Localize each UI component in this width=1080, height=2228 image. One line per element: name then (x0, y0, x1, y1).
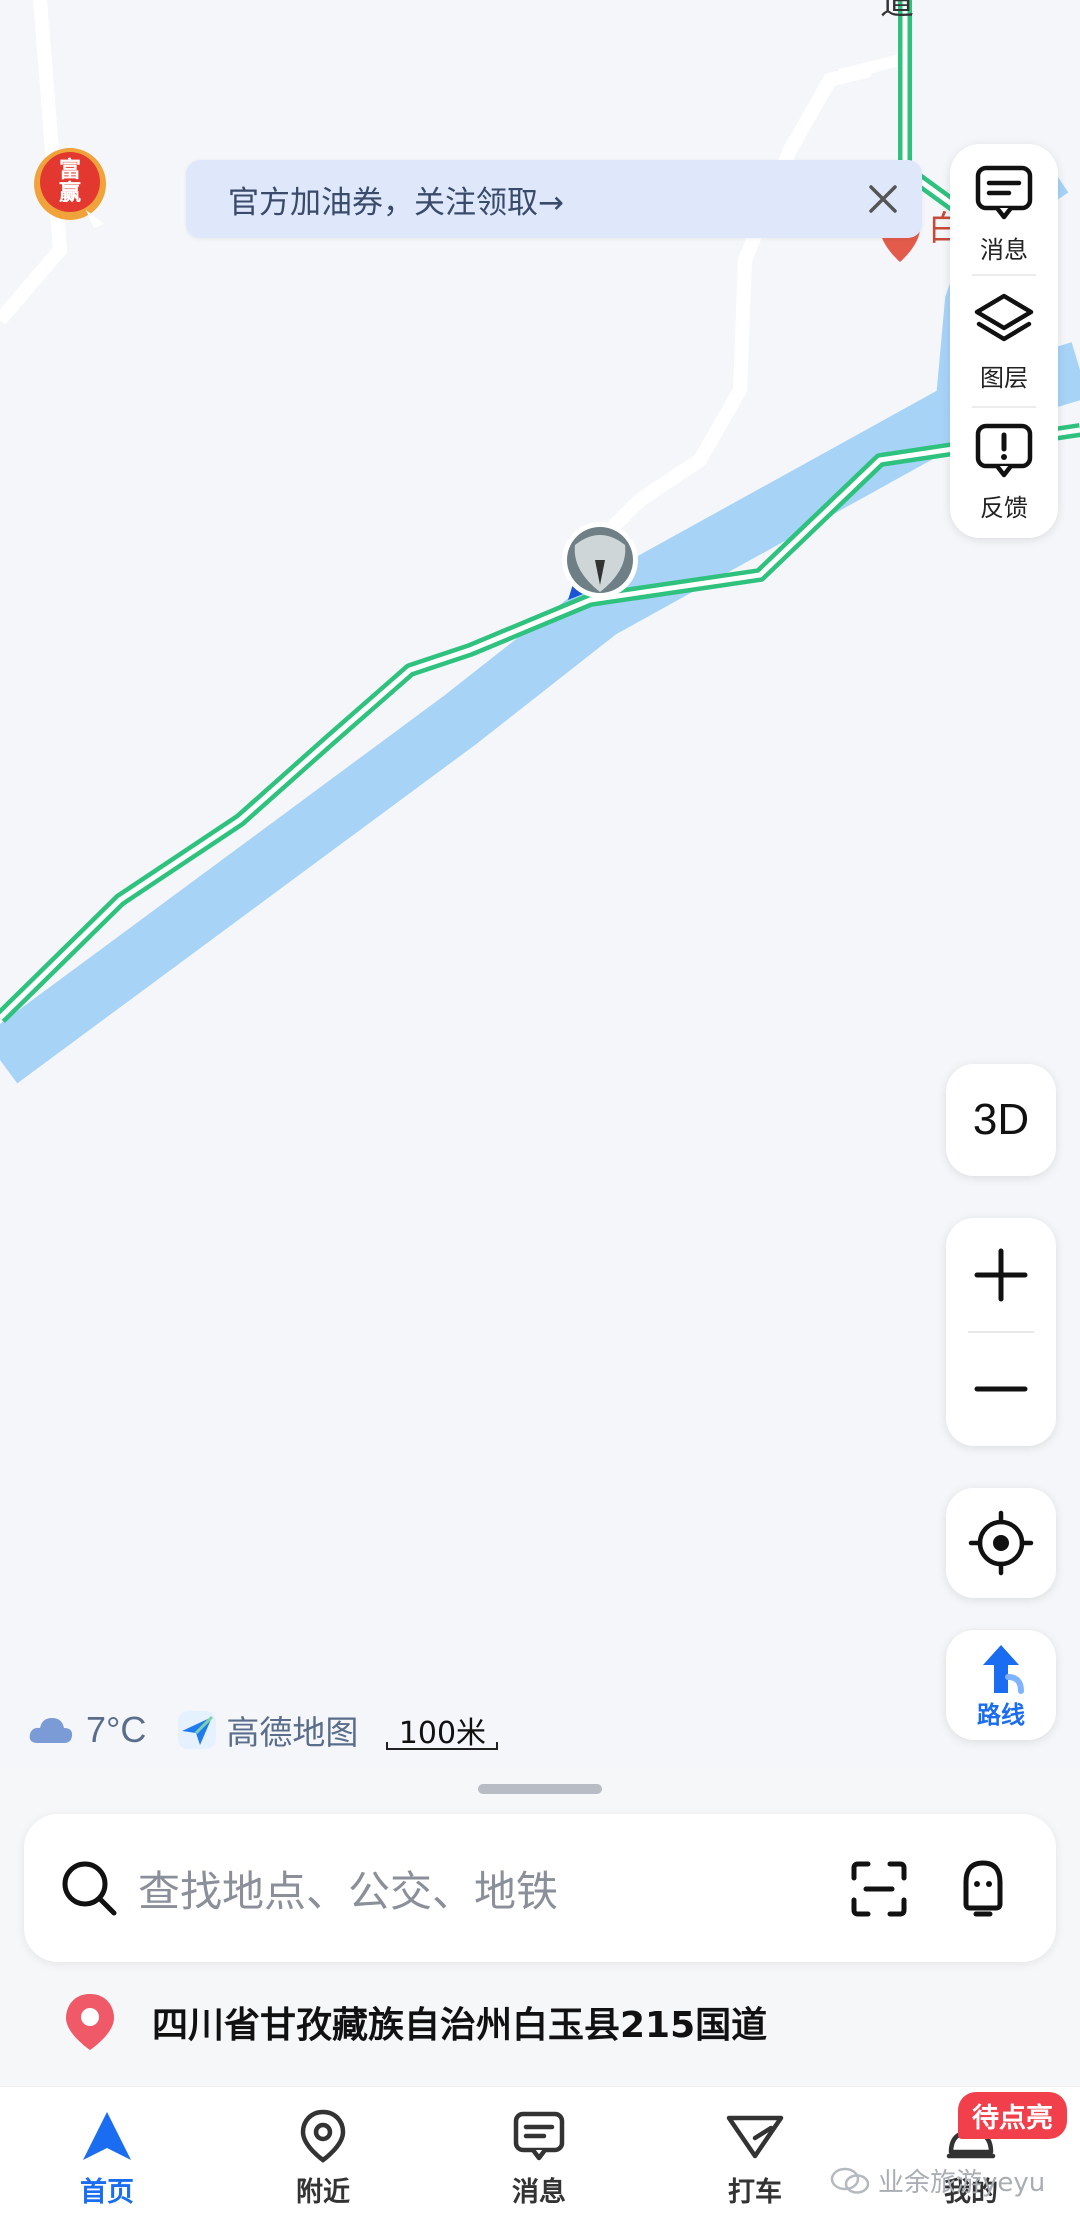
close-icon[interactable] (858, 174, 908, 224)
highway-215 (0, 0, 1080, 1023)
map-tool-panel: 消息 图层 反馈 (950, 144, 1058, 538)
amap-logo-icon (178, 1711, 217, 1749)
zoom-in-button[interactable] (946, 1218, 1056, 1332)
taxi-flag-icon (726, 2115, 784, 2158)
svg-text:富: 富 (59, 157, 81, 183)
road-label: 道 (880, 0, 914, 23)
layers-icon (974, 293, 1034, 341)
sheet-drag-handle[interactable] (478, 1784, 602, 1794)
message-icon (975, 165, 1033, 219)
scale-bar: 100米 (386, 1708, 499, 1752)
brand-name: 高德地图 (226, 1713, 359, 1752)
promo-badge[interactable]: 富 赢 (30, 132, 110, 236)
location-pin-icon (66, 1994, 114, 2050)
search-placeholder: 查找地点、公交、地铁 (138, 1866, 559, 1916)
tab-home[interactable]: 首页 (32, 2087, 182, 2228)
search-bar[interactable]: 查找地点、公交、地铁 (24, 1814, 1056, 1962)
coupon-banner-text: 官方加油券，关注领取→ (228, 184, 564, 221)
tool-layers-label: 图层 (980, 363, 1028, 392)
tool-messages-label: 消息 (980, 235, 1028, 264)
crosshair-icon (968, 1510, 1034, 1576)
voice-assistant-icon[interactable] (952, 1858, 1014, 1920)
brand-logo: 高德地图 (176, 1706, 358, 1754)
map-info-row: 7°C 高德地图 100米 (28, 1700, 499, 1760)
tab-messages-label: 消息 (512, 2176, 566, 2208)
message-icon (513, 2111, 565, 2160)
coupon-banner[interactable]: 官方加油券，关注领取→ (186, 160, 922, 238)
feedback-icon (975, 423, 1033, 477)
navigation-arrow-icon (83, 2111, 131, 2160)
cloud-icon (29, 1718, 73, 1743)
locate-me-button[interactable] (946, 1488, 1056, 1598)
minus-icon (974, 1386, 1028, 1392)
mine-badge: 待点亮 (958, 2092, 1067, 2139)
tab-messages[interactable]: 消息 (464, 2087, 614, 2228)
scan-icon[interactable] (848, 1858, 910, 1920)
search-icon (62, 1861, 117, 1916)
tab-nearby[interactable]: 附近 (248, 2087, 398, 2228)
tab-taxi[interactable]: 打车 (680, 2087, 830, 2228)
tool-messages-button[interactable]: 消息 (950, 152, 1058, 272)
watermark: 业余旅游yeyu (830, 2162, 1045, 2199)
map-canvas[interactable]: 白 道 (0, 0, 1080, 1800)
tool-feedback-label: 反馈 (980, 493, 1028, 522)
zoom-out-button[interactable] (946, 1332, 1056, 1446)
route-label: 路线 (977, 1700, 1025, 1729)
wechat-icon (830, 2167, 870, 2194)
zoom-control (946, 1218, 1056, 1446)
route-arrow-icon (983, 1644, 1024, 1694)
plus-icon (974, 1248, 1028, 1302)
tab-taxi-label: 打车 (728, 2176, 782, 2208)
tab-nearby-label: 附近 (296, 2176, 350, 2208)
bottom-tab-bar: 首页 附近 消息 打车 我的 (0, 2086, 1080, 2228)
tool-layers-button[interactable]: 图层 (950, 280, 1058, 400)
minor-road (838, 54, 902, 81)
location-pin-outline-icon (300, 2109, 346, 2163)
temperature-text: 7°C (86, 1709, 147, 1750)
tab-home-label: 首页 (80, 2176, 134, 2208)
svg-text:赢: 赢 (59, 180, 81, 206)
watermark-text: 业余旅游yeyu (878, 2168, 1046, 2198)
3d-mode-button[interactable]: 3D (946, 1064, 1056, 1176)
tool-feedback-button[interactable]: 反馈 (950, 410, 1058, 530)
current-location-row[interactable]: 四川省甘孜藏族自治州白玉县215国道 (60, 1990, 767, 2054)
current-address: 四川省甘孜藏族自治州白玉县215国道 (152, 2005, 768, 2046)
3d-mode-label: 3D (972, 1095, 1030, 1144)
river-route (0, 342, 1080, 1084)
route-button[interactable]: 路线 (946, 1630, 1056, 1740)
